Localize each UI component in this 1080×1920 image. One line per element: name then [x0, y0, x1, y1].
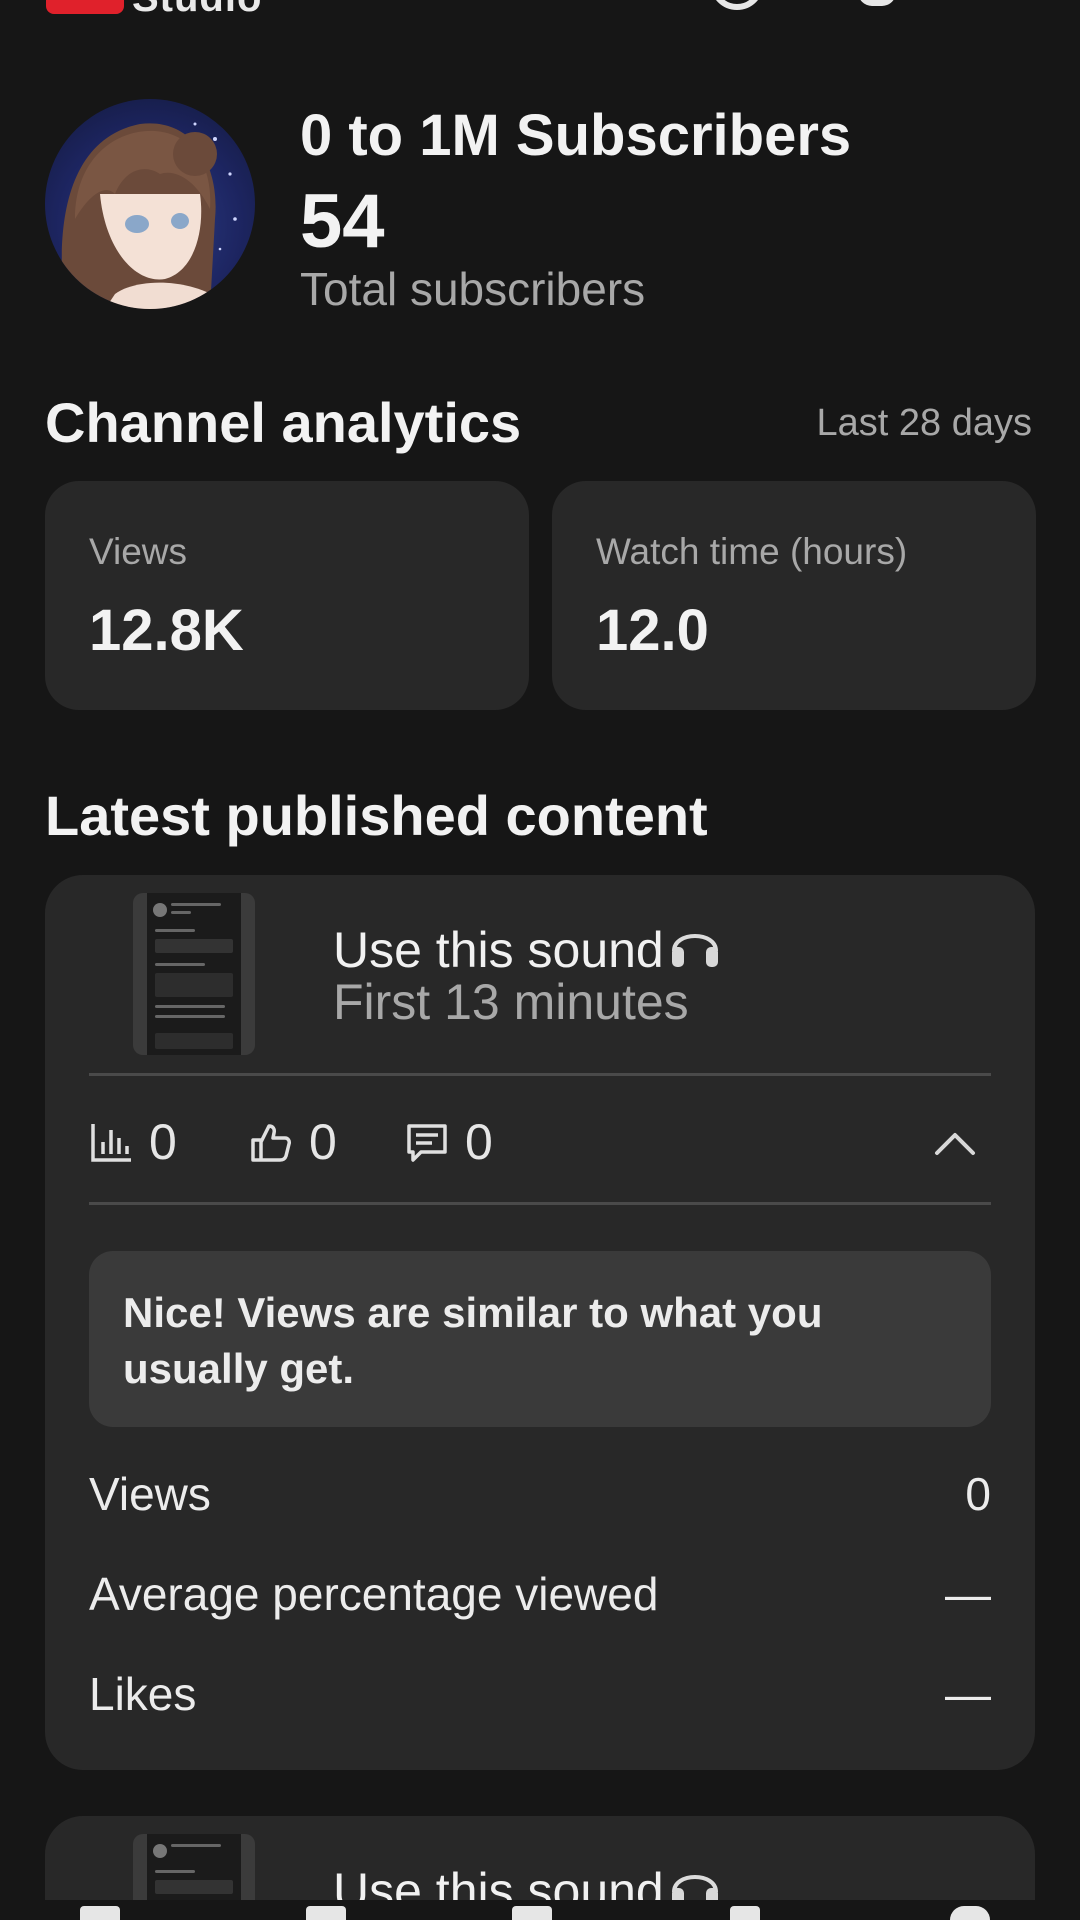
help-circle-icon[interactable]: [710, 0, 764, 10]
thumbnail-line: [155, 973, 233, 997]
channel-avatar-image: [61, 122, 237, 309]
thumbnail-line: [155, 1015, 225, 1018]
nav-content-icon[interactable]: [306, 1906, 346, 1920]
thumbnail-line: [155, 1880, 233, 1894]
likes-count: 0: [309, 1114, 337, 1170]
thumbnail-line: [155, 929, 195, 932]
thumbnail-line: [171, 1844, 221, 1847]
row-value: 0: [965, 1468, 991, 1520]
nav-comments-icon[interactable]: [730, 1906, 760, 1920]
thumbnail-line: [155, 1033, 233, 1049]
studio-logo-text: Studio: [132, 0, 262, 21]
row-value: —: [945, 1568, 991, 1620]
thumbnail-avatar: [153, 903, 167, 917]
stat-value: 12.8K: [89, 598, 244, 663]
nav-earn-icon[interactable]: [950, 1906, 990, 1920]
bar-chart-icon: [91, 1124, 131, 1162]
top-app-bar: Studio: [0, 0, 1080, 21]
divider: [89, 1202, 991, 1205]
comments-metric: 0: [405, 1112, 493, 1172]
thumbnail-line: [155, 963, 205, 966]
studio-logo-icon[interactable]: [46, 0, 124, 14]
thumbs-up-icon: [251, 1124, 291, 1162]
nav-dashboard-icon[interactable]: [80, 1906, 120, 1920]
channel-avatar[interactable]: [45, 99, 255, 309]
row-label: Views: [89, 1468, 211, 1520]
row-label: Average percentage viewed: [89, 1568, 659, 1620]
stat-row: Likes —: [89, 1667, 991, 1727]
stat-value: 12.0: [596, 598, 709, 663]
stat-label: Views: [89, 531, 188, 572]
thumbnail-line: [171, 911, 191, 914]
comment-icon: [407, 1124, 447, 1162]
analytics-period: Last 28 days: [816, 402, 1032, 444]
row-label: Likes: [89, 1668, 197, 1720]
thumbnail-avatar: [153, 1844, 167, 1858]
row-value: —: [945, 1668, 991, 1720]
chevron-up-icon[interactable]: [933, 1121, 977, 1165]
comments-count: 0: [465, 1114, 493, 1170]
likes-metric: 0: [249, 1112, 337, 1172]
thumbnail-line: [155, 939, 233, 953]
views-metric: 0: [89, 1112, 177, 1172]
bottom-navigation: [0, 1900, 1080, 1920]
views-count: 0: [149, 1114, 177, 1170]
subscriber-label: Total subscribers: [300, 263, 646, 315]
video-title-text: Use this sound: [333, 922, 664, 978]
latest-content-title: Latest published content: [45, 784, 708, 847]
stat-label: Watch time (hours): [596, 531, 908, 572]
channel-name: 0 to 1M Subscribers: [300, 103, 852, 168]
divider: [89, 1073, 991, 1076]
thumbnail-line: [155, 1870, 195, 1873]
nav-analytics-icon[interactable]: [512, 1906, 552, 1920]
video-subtitle: First 13 minutes: [333, 974, 689, 1030]
watch-time-stat-card[interactable]: Watch time (hours) 12.0: [552, 481, 1036, 710]
headphones-icon: [671, 934, 718, 967]
views-stat-card[interactable]: Views 12.8K: [45, 481, 529, 710]
subscriber-count: 54: [300, 179, 385, 264]
stat-row: Average percentage viewed —: [89, 1567, 991, 1627]
channel-analytics-title: Channel analytics: [45, 391, 522, 454]
thumbnail-line: [171, 903, 221, 906]
latest-content-card: Use this sound First 13 minutes 0 0 0 Ni…: [45, 875, 1035, 1770]
thumbnail-screenshot: [147, 893, 241, 1055]
thumbnail-line: [155, 1005, 225, 1008]
video-thumbnail[interactable]: [133, 893, 255, 1055]
stat-row: Views 0: [89, 1467, 991, 1527]
bell-icon[interactable]: [848, 0, 902, 10]
video-title[interactable]: Use this sound: [333, 917, 722, 979]
insight-message: Nice! Views are similar to what you usua…: [89, 1251, 991, 1427]
